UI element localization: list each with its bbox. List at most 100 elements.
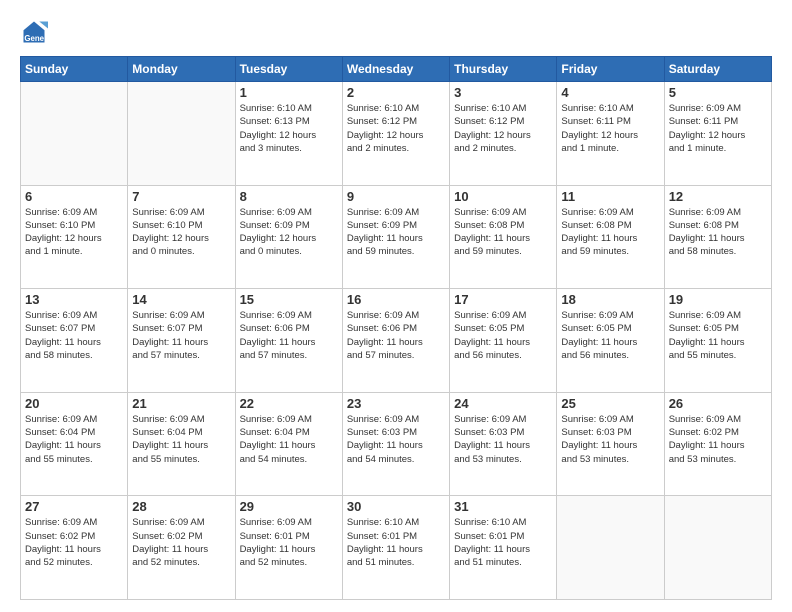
day-number: 22 [240,396,338,411]
calendar-week-row: 6 Sunrise: 6:09 AM Sunset: 6:10 PM Daylig… [21,185,772,289]
day-number: 1 [240,85,338,100]
day-number: 16 [347,292,445,307]
calendar-cell: 6 Sunrise: 6:09 AM Sunset: 6:10 PM Daylig… [21,185,128,289]
day-number: 2 [347,85,445,100]
calendar-cell: 25 Sunrise: 6:09 AM Sunset: 6:03 PM Dayli… [557,392,664,496]
day-number: 24 [454,396,552,411]
calendar-cell [664,496,771,600]
day-info: Sunrise: 6:09 AM Sunset: 6:07 PM Dayligh… [25,309,123,362]
day-info: Sunrise: 6:09 AM Sunset: 6:06 PM Dayligh… [347,309,445,362]
calendar-cell: 15Sunrise: 6:09 AM Sunset: 6:06 PM Dayli… [235,289,342,393]
day-info: Sunrise: 6:09 AM Sunset: 6:11 PM Dayligh… [669,102,767,155]
weekday-header: Monday [128,57,235,82]
day-number: 15 [240,292,338,307]
day-number: 14 [132,292,230,307]
calendar-cell: 18 Sunrise: 6:09 AM Sunset: 6:05 PM Dayli… [557,289,664,393]
calendar-cell: 21 Sunrise: 6:09 AM Sunset: 6:04 PM Dayli… [128,392,235,496]
calendar-cell: 27 Sunrise: 6:09 AM Sunset: 6:02 PM Dayli… [21,496,128,600]
day-info: Sunrise: 6:09 AM Sunset: 6:02 PM Dayligh… [25,516,123,569]
day-number: 30 [347,499,445,514]
day-info: Sunrise: 6:09 AM Sunset: 6:03 PM Dayligh… [561,413,659,466]
calendar-cell: 11 Sunrise: 6:09 AM Sunset: 6:08 PM Dayli… [557,185,664,289]
day-info: Sunrise: 6:09 AM Sunset: 6:09 PM Dayligh… [347,206,445,259]
calendar-cell: 24 Sunrise: 6:09 AM Sunset: 6:03 PM Dayli… [450,392,557,496]
calendar-cell: 17 Sunrise: 6:09 AM Sunset: 6:05 PM Dayli… [450,289,557,393]
calendar-cell: 26 Sunrise: 6:09 AM Sunset: 6:02 PM Dayli… [664,392,771,496]
day-number: 26 [669,396,767,411]
calendar-cell: 14 Sunrise: 6:09 AM Sunset: 6:07 PM Dayli… [128,289,235,393]
day-number: 20 [25,396,123,411]
day-info: Sunrise: 6:09 AM Sunset: 6:07 PM Dayligh… [132,309,230,362]
weekday-header: Wednesday [342,57,449,82]
header: General [20,18,772,46]
day-info: Sunrise: 6:09 AM Sunset: 6:04 PM Dayligh… [240,413,338,466]
day-number: 31 [454,499,552,514]
calendar-cell: 9 Sunrise: 6:09 AM Sunset: 6:09 PM Daylig… [342,185,449,289]
calendar-cell: 29Sunrise: 6:09 AM Sunset: 6:01 PM Dayli… [235,496,342,600]
day-number: 6 [25,189,123,204]
day-info: Sunrise: 6:09 AM Sunset: 6:05 PM Dayligh… [561,309,659,362]
day-number: 9 [347,189,445,204]
calendar-cell: 7 Sunrise: 6:09 AM Sunset: 6:10 PM Daylig… [128,185,235,289]
calendar-cell: 31 Sunrise: 6:10 AM Sunset: 6:01 PM Dayli… [450,496,557,600]
calendar-cell: 2Sunrise: 6:10 AM Sunset: 6:12 PM Daylig… [342,82,449,186]
day-info: Sunrise: 6:09 AM Sunset: 6:02 PM Dayligh… [132,516,230,569]
calendar-cell: 16 Sunrise: 6:09 AM Sunset: 6:06 PM Dayli… [342,289,449,393]
day-info: Sunrise: 6:09 AM Sunset: 6:08 PM Dayligh… [669,206,767,259]
day-number: 10 [454,189,552,204]
day-info: Sunrise: 6:10 AM Sunset: 6:01 PM Dayligh… [347,516,445,569]
day-number: 4 [561,85,659,100]
calendar-week-row: 27 Sunrise: 6:09 AM Sunset: 6:02 PM Dayli… [21,496,772,600]
day-info: Sunrise: 6:09 AM Sunset: 6:08 PM Dayligh… [561,206,659,259]
calendar-cell: 12 Sunrise: 6:09 AM Sunset: 6:08 PM Dayli… [664,185,771,289]
day-info: Sunrise: 6:09 AM Sunset: 6:09 PM Dayligh… [240,206,338,259]
day-number: 3 [454,85,552,100]
day-number: 8 [240,189,338,204]
weekday-header: Sunday [21,57,128,82]
day-number: 18 [561,292,659,307]
calendar-cell: 30 Sunrise: 6:10 AM Sunset: 6:01 PM Dayli… [342,496,449,600]
day-number: 23 [347,396,445,411]
weekday-header: Saturday [664,57,771,82]
calendar-header-row: SundayMondayTuesdayWednesdayThursdayFrid… [21,57,772,82]
day-info: Sunrise: 6:09 AM Sunset: 6:10 PM Dayligh… [25,206,123,259]
calendar-cell: 3 Sunrise: 6:10 AM Sunset: 6:12 PM Daylig… [450,82,557,186]
logo-icon: General [20,18,48,46]
day-number: 5 [669,85,767,100]
calendar-cell: 4 Sunrise: 6:10 AM Sunset: 6:11 PM Daylig… [557,82,664,186]
calendar-cell: 28 Sunrise: 6:09 AM Sunset: 6:02 PM Dayli… [128,496,235,600]
calendar-week-row: 13Sunrise: 6:09 AM Sunset: 6:07 PM Dayli… [21,289,772,393]
svg-text:General: General [24,34,48,43]
calendar-week-row: 20 Sunrise: 6:09 AM Sunset: 6:04 PM Dayli… [21,392,772,496]
calendar-cell [128,82,235,186]
day-info: Sunrise: 6:09 AM Sunset: 6:03 PM Dayligh… [454,413,552,466]
day-info: Sunrise: 6:10 AM Sunset: 6:01 PM Dayligh… [454,516,552,569]
calendar-cell: 8 Sunrise: 6:09 AM Sunset: 6:09 PM Daylig… [235,185,342,289]
weekday-header: Friday [557,57,664,82]
day-number: 25 [561,396,659,411]
day-number: 28 [132,499,230,514]
weekday-header: Thursday [450,57,557,82]
day-number: 17 [454,292,552,307]
day-info: Sunrise: 6:09 AM Sunset: 6:04 PM Dayligh… [132,413,230,466]
day-number: 7 [132,189,230,204]
day-info: Sunrise: 6:10 AM Sunset: 6:11 PM Dayligh… [561,102,659,155]
day-info: Sunrise: 6:10 AM Sunset: 6:12 PM Dayligh… [454,102,552,155]
calendar-cell: 10 Sunrise: 6:09 AM Sunset: 6:08 PM Dayli… [450,185,557,289]
day-number: 27 [25,499,123,514]
day-number: 21 [132,396,230,411]
day-info: Sunrise: 6:09 AM Sunset: 6:08 PM Dayligh… [454,206,552,259]
day-number: 12 [669,189,767,204]
calendar-cell: 13Sunrise: 6:09 AM Sunset: 6:07 PM Dayli… [21,289,128,393]
page: General SundayMondayTuesdayWednesdayThur… [0,0,792,612]
day-info: Sunrise: 6:09 AM Sunset: 6:05 PM Dayligh… [454,309,552,362]
day-info: Sunrise: 6:09 AM Sunset: 6:03 PM Dayligh… [347,413,445,466]
day-info: Sunrise: 6:09 AM Sunset: 6:10 PM Dayligh… [132,206,230,259]
calendar-cell: 19Sunrise: 6:09 AM Sunset: 6:05 PM Dayli… [664,289,771,393]
day-number: 19 [669,292,767,307]
calendar-cell: 22 Sunrise: 6:09 AM Sunset: 6:04 PM Dayli… [235,392,342,496]
day-number: 29 [240,499,338,514]
calendar-cell: 20Sunrise: 6:09 AM Sunset: 6:04 PM Dayli… [21,392,128,496]
day-number: 11 [561,189,659,204]
day-info: Sunrise: 6:09 AM Sunset: 6:02 PM Dayligh… [669,413,767,466]
